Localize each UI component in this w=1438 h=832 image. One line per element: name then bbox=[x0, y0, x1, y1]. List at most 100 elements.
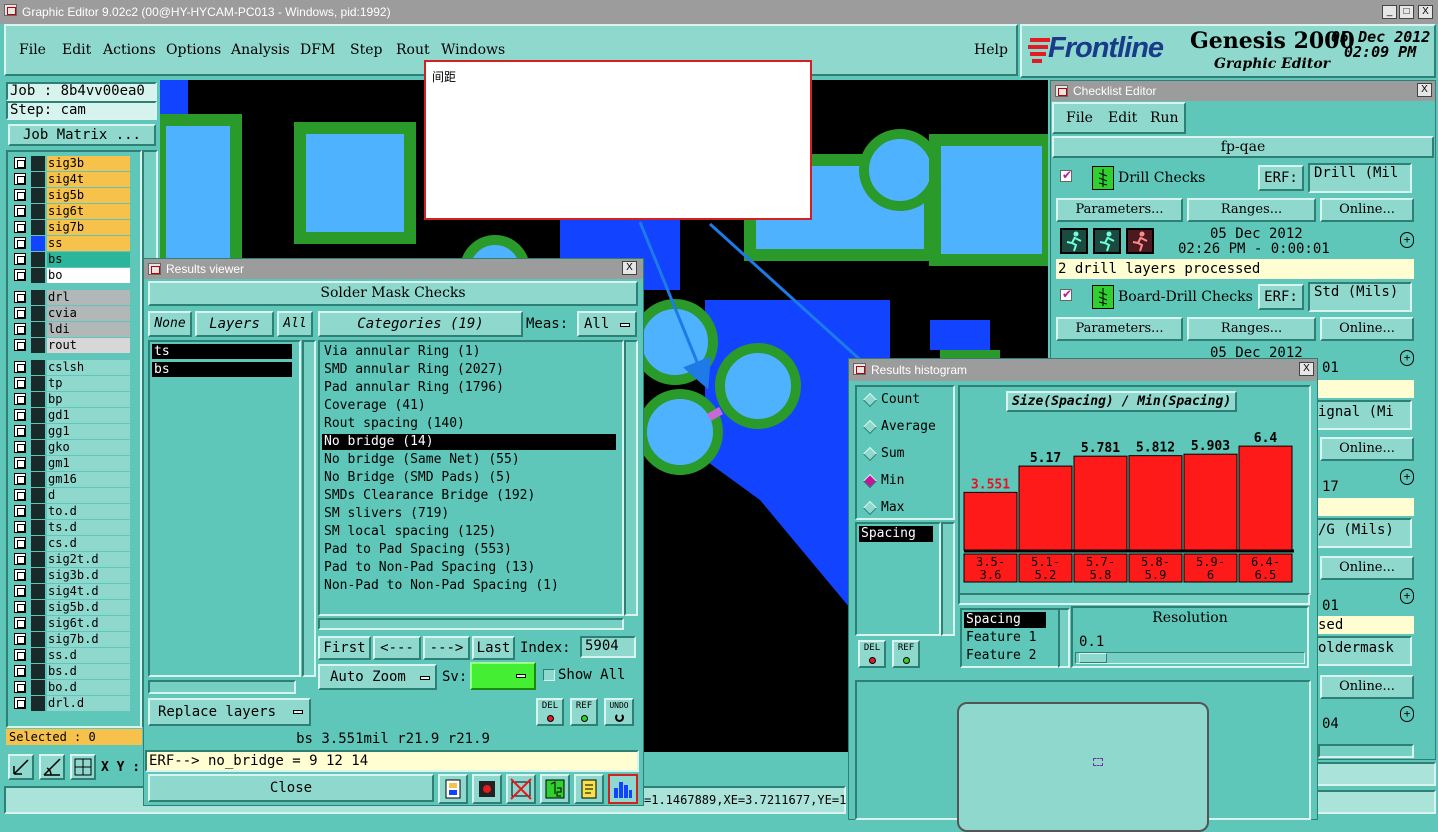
menu-help[interactable]: Help bbox=[974, 42, 1008, 58]
layer-row-gd1[interactable]: gd1 bbox=[14, 408, 132, 423]
layer-checkbox[interactable] bbox=[14, 409, 26, 421]
layer-checkbox[interactable] bbox=[14, 681, 26, 693]
next-button[interactable]: ---> bbox=[423, 636, 470, 660]
layer-row-sig6t-d[interactable]: sig6t.d bbox=[14, 616, 132, 631]
layer-checkbox[interactable] bbox=[14, 649, 26, 661]
layer-row-cs-d[interactable]: cs.d bbox=[14, 536, 132, 551]
feature-list-item[interactable]: Feature 2 bbox=[964, 648, 1036, 664]
layer-checkbox[interactable] bbox=[14, 505, 26, 517]
run-icon[interactable] bbox=[1093, 228, 1121, 254]
mode-radio-average[interactable]: Average bbox=[862, 418, 949, 438]
field-list-scrollbar[interactable] bbox=[941, 522, 955, 636]
results-layer-item[interactable]: ts bbox=[152, 344, 292, 359]
layer-row-bp[interactable]: bp bbox=[14, 392, 132, 407]
layer-checkbox[interactable] bbox=[14, 585, 26, 597]
category-item[interactable]: SMD annular Ring (2027) bbox=[322, 362, 616, 378]
layer-checkbox[interactable] bbox=[14, 221, 26, 233]
check-enable-checkbox[interactable]: ✔ bbox=[1060, 287, 1072, 301]
layer-row-tp[interactable]: tp bbox=[14, 376, 132, 391]
category-item[interactable]: Pad to Non-Pad Spacing (13) bbox=[322, 560, 616, 576]
step-two-button[interactable] bbox=[540, 774, 570, 804]
layer-row-to-d[interactable]: to.d bbox=[14, 504, 132, 519]
layer-checkbox[interactable] bbox=[14, 269, 26, 281]
layer-row-sig5b-d[interactable]: sig5b.d bbox=[14, 600, 132, 615]
histogram-bar[interactable] bbox=[1018, 465, 1073, 551]
category-item[interactable]: SMDs Clearance Bridge (192) bbox=[322, 488, 616, 504]
feature-list-scrollbar[interactable] bbox=[1058, 608, 1070, 668]
menu-actions[interactable]: Actions bbox=[103, 42, 156, 58]
mode-radio-count[interactable]: Count bbox=[862, 391, 949, 411]
layer-checkbox[interactable] bbox=[14, 633, 26, 645]
run-error-icon[interactable] bbox=[1126, 228, 1154, 254]
layer-row-bo[interactable]: bo bbox=[14, 268, 132, 283]
layer-checkbox[interactable] bbox=[14, 157, 26, 169]
index-input[interactable]: 5904 bbox=[580, 636, 636, 658]
menu-analysis[interactable]: Analysis bbox=[231, 42, 290, 58]
category-item[interactable]: No bridge (Same Net) (55) bbox=[322, 452, 616, 468]
histogram-bar[interactable] bbox=[1183, 453, 1238, 551]
layer-row-sig4t[interactable]: sig4t bbox=[14, 172, 132, 187]
menu-file[interactable]: File bbox=[19, 42, 46, 58]
undo-button[interactable]: UNDO bbox=[604, 698, 634, 726]
replace-layers-dropdown[interactable]: Replace layers bbox=[148, 698, 311, 726]
first-button[interactable]: First bbox=[318, 636, 371, 660]
snap-button[interactable] bbox=[8, 754, 34, 780]
board-drill-erf-value[interactable]: Std (Mils) bbox=[1308, 282, 1412, 312]
layer-checkbox[interactable] bbox=[14, 291, 26, 303]
resolution-slider[interactable] bbox=[1075, 652, 1305, 664]
layer-checkbox[interactable] bbox=[14, 441, 26, 453]
layer-row-sig3b-d[interactable]: sig3b.d bbox=[14, 568, 132, 583]
layer-row-gm1[interactable]: gm1 bbox=[14, 456, 132, 471]
category-item[interactable]: Pad annular Ring (1796) bbox=[322, 380, 616, 396]
layers-button[interactable]: Layers bbox=[195, 311, 274, 337]
online-button[interactable]: Online... bbox=[1320, 437, 1414, 461]
feature-list-item[interactable]: Spacing bbox=[964, 612, 1046, 628]
layer-row-ss-d[interactable]: ss.d bbox=[14, 648, 132, 663]
histogram-close[interactable]: X bbox=[1299, 362, 1314, 376]
ref-button[interactable]: REF bbox=[570, 698, 598, 726]
measure-button[interactable] bbox=[39, 754, 65, 780]
layer-checkbox[interactable] bbox=[14, 377, 26, 389]
job-matrix-button[interactable]: Job Matrix ... bbox=[8, 124, 156, 146]
expand-icon[interactable]: + bbox=[1400, 469, 1414, 485]
layer-checkbox[interactable] bbox=[14, 237, 26, 249]
drill-parameters-button[interactable]: Parameters... bbox=[1056, 198, 1183, 222]
checklist-close[interactable]: X bbox=[1417, 83, 1432, 97]
mode-radio-min[interactable]: Min bbox=[862, 472, 949, 492]
palette-button[interactable] bbox=[438, 774, 468, 804]
close-window-button[interactable]: X bbox=[1418, 5, 1433, 19]
prev-button[interactable]: <--- bbox=[373, 636, 421, 660]
board-drill-parameters-button[interactable]: Parameters... bbox=[1056, 317, 1183, 341]
layer-checkbox[interactable] bbox=[14, 537, 26, 549]
online-button[interactable]: Online... bbox=[1320, 556, 1414, 580]
expand-icon[interactable]: + bbox=[1400, 706, 1414, 722]
expand-icon[interactable]: + bbox=[1400, 588, 1414, 604]
layer-row-drl[interactable]: drl bbox=[14, 290, 132, 305]
board-drill-online-button[interactable]: Online... bbox=[1320, 317, 1414, 341]
checklist-menu-edit[interactable]: Edit bbox=[1108, 110, 1137, 126]
layer-row-ss[interactable]: ss bbox=[14, 236, 132, 251]
hist-del-button[interactable]: DEL bbox=[858, 640, 886, 668]
category-item[interactable]: Via annular Ring (1) bbox=[322, 344, 616, 360]
menu-rout[interactable]: Rout bbox=[396, 42, 430, 58]
report-button[interactable] bbox=[574, 774, 604, 804]
layer-checkbox[interactable] bbox=[14, 323, 26, 335]
expand-icon[interactable]: + bbox=[1400, 350, 1414, 366]
layer-row-gm16[interactable]: gm16 bbox=[14, 472, 132, 487]
category-item[interactable]: No Bridge (SMD Pads) (5) bbox=[322, 470, 616, 486]
minimize-button[interactable]: _ bbox=[1382, 5, 1397, 19]
expand-icon[interactable]: + bbox=[1400, 232, 1414, 248]
layer-checkbox[interactable] bbox=[14, 553, 26, 565]
layer-row-sig5b[interactable]: sig5b bbox=[14, 188, 132, 203]
mode-radio-max[interactable]: Max bbox=[862, 499, 949, 519]
layer-checkbox[interactable] bbox=[14, 173, 26, 185]
mode-radio-sum[interactable]: Sum bbox=[862, 445, 949, 465]
resolution-slider-thumb[interactable] bbox=[1079, 653, 1107, 663]
layer-checkbox[interactable] bbox=[14, 665, 26, 677]
layer-checkbox[interactable] bbox=[14, 569, 26, 581]
category-list-hscroll[interactable] bbox=[318, 618, 624, 630]
ref-off-button[interactable] bbox=[506, 774, 536, 804]
hist-ref-button[interactable]: REF bbox=[892, 640, 920, 668]
layer-row-bs[interactable]: bs bbox=[14, 252, 132, 267]
maximize-button[interactable]: □ bbox=[1399, 5, 1414, 19]
